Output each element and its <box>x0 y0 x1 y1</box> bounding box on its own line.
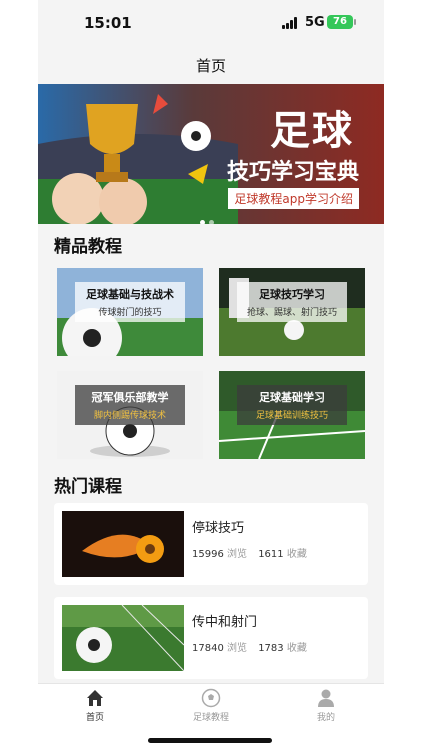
carousel-dot[interactable] <box>209 220 214 224</box>
carousel-dots <box>198 210 216 224</box>
featured-card-2[interactable]: 足球技巧学习 抢球、踢球、射门技巧 <box>219 268 365 356</box>
status-bar: 15:01 5G 76 <box>38 0 384 44</box>
course-stats: 15996 浏览 1611 收藏 <box>192 545 315 560</box>
hot-course-item[interactable]: 传中和射门 17840 浏览 1783 收藏 <box>54 597 368 679</box>
views-label: 浏览 <box>227 549 247 560</box>
card-title: 足球基础与技战术 <box>86 288 174 301</box>
featured-card-3[interactable]: 冠军俱乐部教学 脚内侧踢传球技术 <box>57 371 203 459</box>
card-label: 冠军俱乐部教学 脚内侧踢传球技术 <box>75 385 185 425</box>
featured-card-4[interactable]: 足球基础学习 足球基础训练技巧 <box>219 371 365 459</box>
status-time: 15:01 <box>84 14 132 32</box>
battery-level: 76 <box>333 16 347 27</box>
banner-caption: 足球教程app学习介绍 <box>228 188 359 209</box>
course-title: 停球技巧 <box>192 521 245 536</box>
favs-label: 收藏 <box>286 643 307 654</box>
home-icon <box>87 690 103 706</box>
card-subtitle: 足球基础训练技巧 <box>255 411 328 421</box>
signal-icon <box>282 17 300 29</box>
tab-home[interactable]: 首页 <box>55 688 135 723</box>
person-icon <box>318 689 334 707</box>
favs-count: 1611 <box>258 549 284 560</box>
home-indicator[interactable] <box>148 738 272 743</box>
course-thumbnail <box>62 605 184 671</box>
card-label: 足球基础与技战术 传球射门的技巧 <box>75 282 185 322</box>
tab-profile[interactable]: 我的 <box>286 688 366 723</box>
favs-count: 1783 <box>258 643 284 654</box>
banner-carousel[interactable]: 足球 技巧学习宝典 足球教程app学习介绍 <box>38 84 384 224</box>
network-label: 5G <box>305 15 325 30</box>
course-stats: 17840 浏览 1783 收藏 <box>192 639 315 654</box>
card-subtitle: 脚内侧踢传球技术 <box>93 411 166 421</box>
soccer-ball-icon <box>201 688 221 708</box>
battery-tip <box>354 19 356 25</box>
course-title: 传中和射门 <box>192 615 258 630</box>
card-subtitle: 传球射门的技巧 <box>98 308 162 318</box>
carousel-dot-active[interactable] <box>200 220 205 224</box>
page-title: 首页 <box>195 57 226 75</box>
app-screen: 15:01 5G 76 首页 足球 技巧学习宝典 足球教程app学习介绍 精品教… <box>38 0 384 750</box>
battery-icon: 76 <box>327 15 353 29</box>
card-subtitle: 抢球、踢球、射门技巧 <box>246 308 337 318</box>
card-title: 足球基础学习 <box>259 391 325 404</box>
card-title: 足球技巧学习 <box>259 288 325 301</box>
hot-heading: 热门课程 <box>54 477 122 497</box>
views-label: 浏览 <box>227 643 247 654</box>
tab-label: 我的 <box>316 713 335 723</box>
featured-card-1[interactable]: 足球基础与技战术 传球射门的技巧 <box>57 268 203 356</box>
views-count: 17840 <box>192 643 224 654</box>
course-thumbnail <box>62 511 184 577</box>
favs-label: 收藏 <box>286 549 307 560</box>
card-title: 冠军俱乐部教学 <box>91 391 169 404</box>
views-count: 15996 <box>192 549 224 560</box>
card-label: 足球技巧学习 抢球、踢球、射门技巧 <box>237 282 347 322</box>
featured-heading: 精品教程 <box>54 237 122 257</box>
banner-title: 足球 <box>270 108 354 154</box>
tab-label: 首页 <box>85 713 104 723</box>
tab-tutorials[interactable]: 足球教程 <box>171 688 251 723</box>
tab-label: 足球教程 <box>192 713 229 723</box>
banner-subtitle: 技巧学习宝典 <box>226 160 359 185</box>
nav-bar: 首页 <box>38 44 384 84</box>
hot-course-item[interactable]: 停球技巧 15996 浏览 1611 收藏 <box>54 503 368 585</box>
card-label: 足球基础学习 足球基础训练技巧 <box>237 385 347 425</box>
